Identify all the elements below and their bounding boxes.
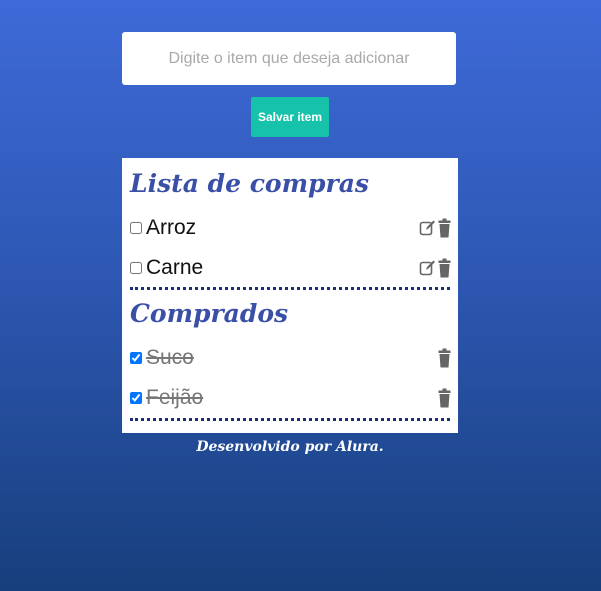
trash-icon[interactable] [438, 388, 451, 408]
item-input[interactable] [122, 32, 456, 85]
section-divider [130, 287, 450, 290]
list-item: Arroz [130, 214, 452, 242]
item-label: Feijão [146, 386, 204, 409]
item-input-container [122, 32, 456, 85]
trash-icon[interactable] [438, 348, 451, 368]
item-actions [438, 348, 451, 368]
item-checkbox[interactable] [130, 222, 142, 234]
shopping-list-panel: Lista de compras Arroz Carne Comprados S… [122, 158, 458, 433]
list-item: Feijão [130, 384, 452, 412]
list-item: Carne [130, 254, 452, 282]
item-checkbox[interactable] [130, 352, 142, 364]
item-label: Carne [146, 256, 204, 279]
item-actions [419, 258, 451, 278]
trash-icon[interactable] [438, 218, 451, 238]
item-label: Arroz [146, 216, 197, 239]
trash-icon[interactable] [438, 258, 451, 278]
edit-icon[interactable] [419, 259, 436, 277]
bought-list-title: Comprados [130, 299, 289, 328]
item-label: Suco [146, 346, 194, 369]
item-checkbox[interactable] [130, 392, 142, 404]
item-actions [438, 388, 451, 408]
pending-list-title: Lista de compras [130, 169, 369, 198]
list-item: Suco [130, 344, 452, 372]
item-checkbox[interactable] [130, 262, 142, 274]
edit-icon[interactable] [419, 219, 436, 237]
save-item-button[interactable]: Salvar item [251, 97, 329, 137]
item-actions [419, 218, 451, 238]
section-divider [130, 418, 450, 421]
footer-credit: Desenvolvido por Alura. [196, 439, 384, 455]
